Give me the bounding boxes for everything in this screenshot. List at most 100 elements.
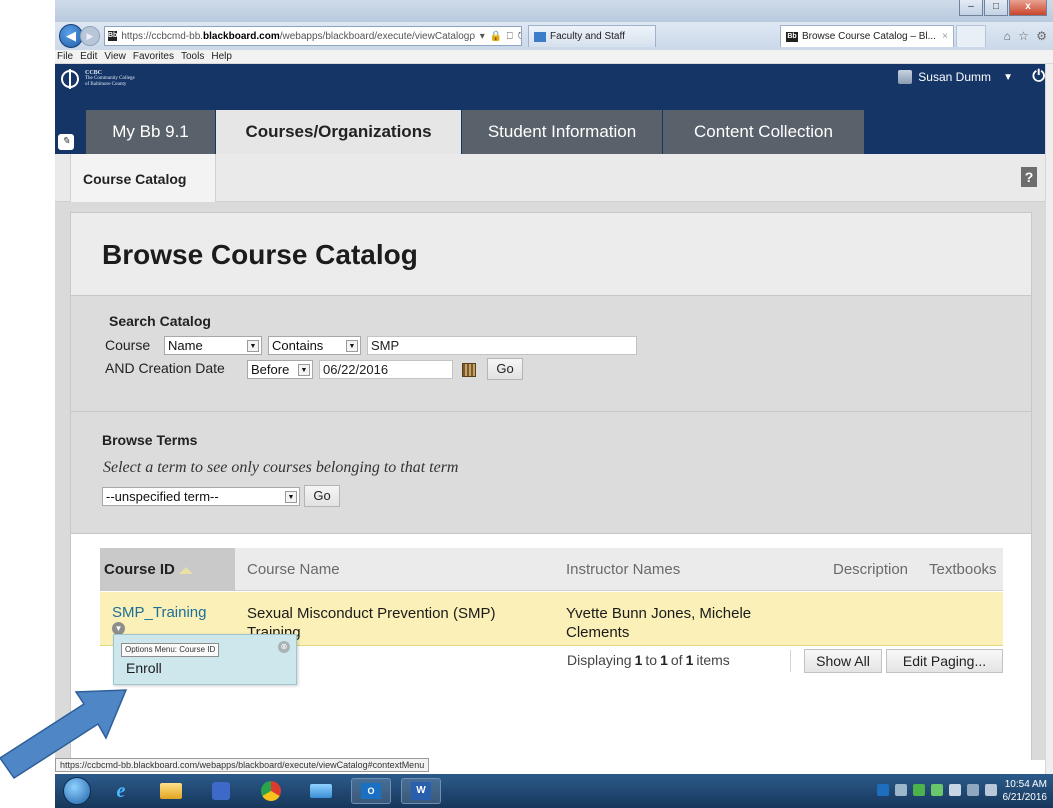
tray-icon[interactable]: [877, 784, 889, 796]
taskbar-clock[interactable]: 10:54 AM 6/21/2016: [1003, 778, 1048, 804]
select-value: Contains: [272, 338, 324, 353]
paging-to: 1: [660, 652, 668, 668]
paging-from: 1: [634, 652, 643, 668]
select-value: Name: [168, 338, 203, 353]
tab-my-bb[interactable]: My Bb 9.1: [86, 110, 215, 154]
dropdown-arrow-icon: ▼: [298, 364, 310, 376]
column-label: Course ID: [104, 561, 175, 578]
close-menu-icon[interactable]: ⊗: [278, 641, 290, 653]
page-title: Browse Course Catalog: [102, 239, 418, 270]
terms-go-button[interactable]: Go: [304, 485, 340, 507]
menu-favorites[interactable]: Favorites: [133, 51, 174, 62]
select-value: --unspecified term--: [106, 489, 219, 504]
minimize-button[interactable]: –: [959, 0, 983, 16]
forward-button[interactable]: ▶: [80, 26, 100, 46]
volume-icon[interactable]: [949, 784, 961, 796]
browser-navbar: ◀ ▶ Bb https://ccbcmd-bb. blackboard.com…: [55, 22, 1053, 50]
start-button[interactable]: [63, 777, 91, 805]
tray-icon[interactable]: [931, 784, 943, 796]
edit-paging-button[interactable]: Edit Paging...: [886, 649, 1003, 673]
user-name: Susan Dumm: [918, 70, 991, 84]
show-all-button[interactable]: Show All: [804, 649, 882, 673]
close-tab-icon[interactable]: ×: [942, 31, 948, 42]
course-options-context-menu: Options Menu: Course ID ⊗ Enroll: [113, 634, 297, 685]
paging-to-word: to: [645, 652, 658, 668]
calendar-icon[interactable]: [462, 363, 476, 377]
file-explorer-icon[interactable]: [151, 778, 191, 804]
url-prefix: https://ccbcmd-bb.: [121, 30, 204, 42]
column-header-description: Description: [833, 561, 909, 578]
date-operator-select[interactable]: Before ▼: [247, 360, 313, 379]
menu-help[interactable]: Help: [211, 51, 232, 62]
course-search-input[interactable]: SMP: [367, 336, 637, 355]
column-header-course-id[interactable]: Course ID: [100, 548, 235, 591]
ccbc-logo[interactable]: CCBC The Community College of Baltimore …: [61, 69, 135, 89]
logo-line: of Baltimore County: [85, 82, 127, 87]
vertical-scrollbar[interactable]: [1045, 64, 1053, 774]
address-bar-icons[interactable]: ρ ▾ 🔒 ⎕ ↻ ✕: [469, 31, 521, 42]
paging-of-word: of: [670, 652, 683, 668]
course-field-select[interactable]: Name ▼: [164, 336, 262, 355]
tab-label: Faculty and Staff: [550, 31, 625, 42]
address-bar[interactable]: Bb https://ccbcmd-bb. blackboard.com /we…: [104, 26, 522, 46]
media-player-icon[interactable]: [201, 778, 241, 804]
tab-student-information[interactable]: Student Information: [462, 110, 662, 154]
table-header: Course ID Course Name Instructor Names D…: [100, 548, 1003, 591]
forward-arrow-icon: ▶: [86, 30, 94, 41]
help-icon[interactable]: ?: [1021, 167, 1037, 187]
new-tab-button[interactable]: [956, 25, 986, 47]
paging-total: 1: [685, 652, 694, 668]
internet-explorer-icon[interactable]: e: [101, 778, 141, 804]
breadcrumb-course-catalog[interactable]: Course Catalog: [83, 171, 186, 187]
url-path: /webapps/blackboard/execute/viewCatalog: [279, 30, 470, 42]
clock-time: 10:54 AM: [1004, 779, 1047, 790]
creation-date-label: AND Creation Date: [105, 360, 225, 376]
column-header-course-name[interactable]: Course Name: [247, 548, 340, 591]
select-value: Before: [251, 362, 290, 377]
search-go-button[interactable]: Go: [487, 358, 523, 380]
course-id-link[interactable]: SMP_Training: [112, 604, 206, 621]
browser-toolbar-icons[interactable]: ⌂ ☆ ⚙: [1004, 29, 1049, 43]
back-arrow-icon: ◀: [66, 28, 76, 43]
url-domain: blackboard.com: [203, 30, 280, 42]
operator-select[interactable]: Contains ▼: [268, 336, 361, 355]
windows-taskbar: e O W 10:54 AM 6/21/2016: [55, 774, 1053, 808]
term-select[interactable]: --unspecified term-- ▼: [102, 487, 300, 506]
clock-date: 6/21/2016: [1002, 792, 1048, 803]
chevron-down-icon[interactable]: ▼: [1003, 72, 1013, 83]
menu-tools[interactable]: Tools: [181, 51, 204, 62]
tray-icon[interactable]: [985, 784, 997, 796]
column-header-instructor-names[interactable]: Instructor Names: [566, 548, 680, 591]
menu-view[interactable]: View: [104, 51, 126, 62]
search-catalog-section: Search Catalog Course Name ▼ Contains ▼ …: [71, 295, 1031, 411]
terms-hint: Select a term to see only courses belong…: [103, 459, 459, 476]
edit-mode-pencil-icon[interactable]: ✎: [58, 134, 74, 150]
tab-favicon: Bb: [786, 31, 798, 42]
ccbc-logo-icon: [61, 69, 79, 89]
dropdown-arrow-icon: ▼: [247, 340, 259, 352]
bb-header: CCBC The Community College of Baltimore …: [55, 64, 1053, 108]
creation-date-input[interactable]: 06/22/2016: [319, 360, 453, 379]
browser-tab-browse-catalog[interactable]: Bb Browse Course Catalog – Bl... ×: [780, 25, 954, 47]
outlook-icon[interactable]: O: [351, 778, 391, 804]
chrome-icon[interactable]: [251, 778, 291, 804]
app-icon[interactable]: [301, 778, 341, 804]
close-window-button[interactable]: x: [1009, 0, 1047, 16]
logout-power-icon[interactable]: ⏻: [1032, 68, 1045, 86]
screen: – □ x ◀ ▶ Bb https://ccbcmd-bb. blackboa…: [0, 0, 1053, 808]
menu-edit[interactable]: Edit: [80, 51, 97, 62]
menu-file[interactable]: File: [57, 51, 73, 62]
paging-suffix: items: [696, 652, 730, 668]
word-icon[interactable]: W: [401, 778, 441, 804]
tray-icon[interactable]: [913, 784, 925, 796]
tray-icon[interactable]: [895, 784, 907, 796]
network-icon[interactable]: [967, 784, 979, 796]
user-menu[interactable]: Susan Dumm: [898, 70, 991, 84]
main-tabs: ✎ My Bb 9.1 Courses/Organizations Studen…: [55, 108, 1053, 161]
browser-tab-faculty[interactable]: Faculty and Staff: [528, 25, 656, 47]
maximize-button[interactable]: □: [984, 0, 1008, 16]
tab-content-collection[interactable]: Content Collection: [663, 110, 864, 154]
dropdown-arrow-icon: ▼: [285, 491, 297, 503]
tab-courses-organizations[interactable]: Courses/Organizations: [216, 110, 461, 161]
paging-status: Displaying 1 to 1 of 1 items: [567, 652, 730, 668]
